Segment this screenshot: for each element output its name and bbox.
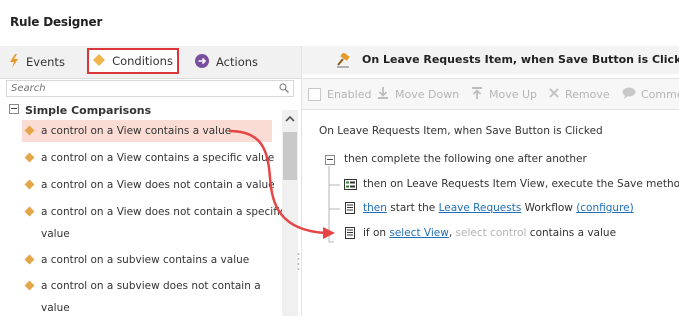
event-control: Save Button [485,125,550,137]
move-up-label: Move Up [489,87,538,101]
execute-method-icon [344,179,357,190]
list-item[interactable]: a control on a subview contains a value [22,249,272,271]
tab-events-label: Events [26,55,65,69]
condition-diamond-icon [24,179,35,190]
list-item-label: a control on a View does not contain a s… [41,206,286,218]
app-title: Rule Designer [10,15,103,29]
tree-scrollbar[interactable] [282,110,298,316]
then-link[interactable]: then [363,202,387,214]
list-item-label: a control on a View contains a value [41,125,232,137]
condition-suffix: contains a value [526,227,617,239]
condition-diamond-icon [24,206,35,217]
tab-actions-label: Actions [216,55,259,69]
condition-diamond-icon [24,125,35,136]
configure-link[interactable]: (configure) [576,202,634,214]
list-item-label: a control on a View does not contain a v… [41,179,275,191]
list-item-label-cont: value [41,228,70,240]
condition-line[interactable]: if on select View, select control contai… [363,227,616,239]
action1-view: Leave Requests Item View [406,178,545,190]
conditions-tree: Simple Comparisons a control on a View c… [6,104,286,319]
event-item: Leave Requests Item [337,125,448,137]
action1-method: Save [617,178,643,190]
list-item-label: a control on a subview contains a value [41,254,250,266]
search-box [6,80,294,97]
move-down-label: Move Down [395,87,460,101]
move-down-icon [376,86,390,103]
tab-events[interactable]: Events [9,50,65,74]
remove-button[interactable]: Remove [548,86,610,102]
action-start-workflow[interactable]: then start the Leave Requests Workflow (… [363,202,634,214]
search-icon[interactable] [279,83,289,93]
select-control-placeholder: select control [455,227,527,239]
workflow-icon [345,202,355,214]
action1-prefix: then on [363,178,407,190]
enabled-toggle[interactable]: Enabled [308,86,371,102]
gavel-icon [336,52,352,69]
remove-icon [548,87,560,102]
group-line: then complete the following one after an… [344,153,587,165]
enabled-label: Enabled [327,87,372,101]
tree-group-label: Simple Comparisons [25,104,152,117]
search-input[interactable] [7,81,285,96]
list-item[interactable]: a control on a View does not contain a v… [22,174,275,196]
rule-title: On Leave Requests Item, when Save Button… [362,53,679,66]
action1-middle: , execute the [544,178,618,190]
list-item[interactable]: a control on a subview does not contain … [22,275,272,319]
workflow-link[interactable]: Leave Requests [439,202,522,214]
enabled-checkbox[interactable] [308,87,321,101]
rule-event-line: On Leave Requests Item, when Save Button… [319,125,603,137]
tab-conditions[interactable]: Conditions [87,48,179,74]
lightning-icon [9,53,19,71]
comment-icon [622,87,636,102]
comment-label: Comme [641,87,679,101]
event-suffix: is Clicked [549,125,603,137]
scroll-thumb[interactable] [283,132,297,180]
collapse-toggle-icon[interactable] [9,104,19,114]
move-up-icon [470,86,484,103]
condition-prefix: if on [363,227,390,239]
tab-actions[interactable]: Actions [195,50,258,74]
action1-suffix: method [646,178,679,190]
event-prefix: On [319,125,338,137]
condition-icon [345,227,355,239]
toolbox-tabs: Events Conditions Actions [0,46,301,79]
list-item-label: a control on a subview does not contain … [41,280,261,292]
condition-diamond-icon [24,280,35,291]
remove-label: Remove [565,87,610,101]
comment-button[interactable]: Comme [622,86,679,102]
arrow-circle-icon [195,53,209,71]
action-execute-method[interactable]: then on Leave Requests Item View, execut… [363,178,679,190]
diamond-icon [93,53,106,69]
tree-group-simple-comparisons[interactable]: Simple Comparisons [9,104,151,117]
action2-middle: start the [386,202,439,214]
list-item[interactable]: a control on a View does not contain a s… [22,201,286,245]
tab-conditions-label: Conditions [112,54,173,68]
condition-diamond-icon [24,254,35,265]
action2-suffix: Workflow [521,202,577,214]
list-item[interactable]: a control on a View contains a specific … [22,147,275,169]
move-down-button[interactable]: Move Down [376,86,459,102]
select-view-link[interactable]: select View [389,227,448,239]
collapse-toggle-icon[interactable] [325,155,335,165]
list-item[interactable]: a control on a View contains a value [22,120,272,142]
condition-diamond-icon [24,152,35,163]
event-middle: , when [447,125,486,137]
list-item-label: a control on a View contains a specific … [41,152,275,164]
move-up-button[interactable]: Move Up [470,86,537,102]
condition-comma: , [448,227,456,239]
scroll-up-icon[interactable] [282,112,298,126]
pane-resize-grip[interactable] [297,252,300,270]
